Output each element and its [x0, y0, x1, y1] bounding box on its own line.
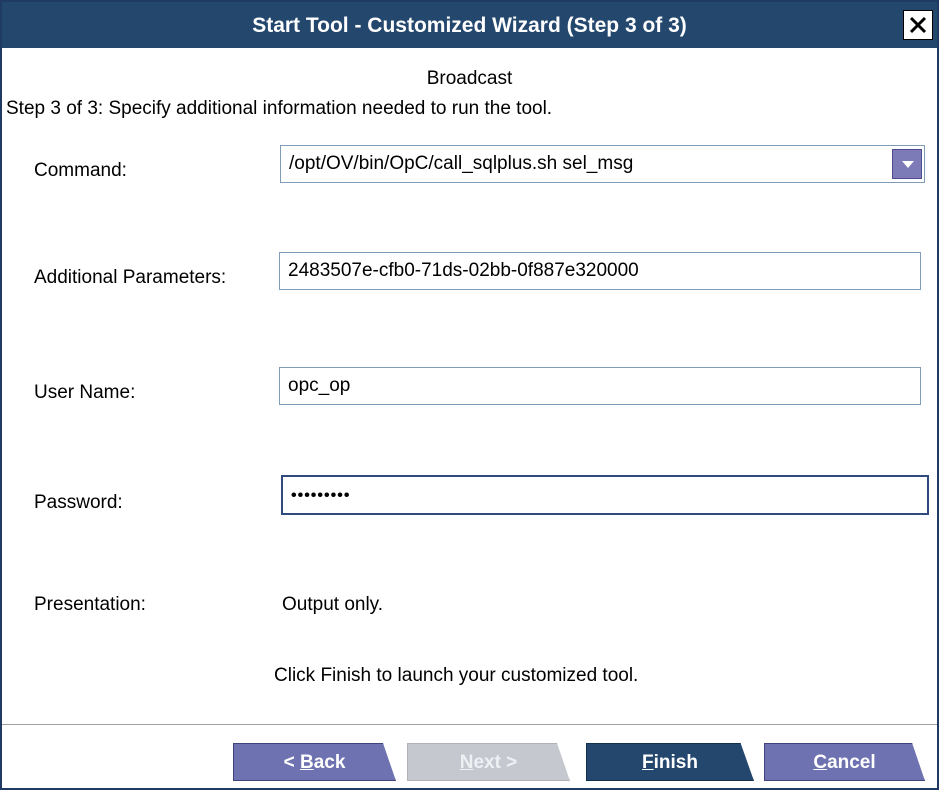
cancel-mnemonic: C [813, 752, 828, 773]
step-instruction: Step 3 of 3: Specify additional informat… [6, 98, 553, 119]
cancel-button[interactable]: Cancel [764, 743, 925, 781]
window-title: Start Tool - Customized Wizard (Step 3 o… [252, 14, 687, 37]
password-label: Password: [34, 492, 123, 513]
wizard-window: Start Tool - Customized Wizard (Step 3 o… [0, 0, 939, 790]
close-icon [909, 16, 927, 34]
finish-rest: inish [653, 752, 698, 773]
back-mnemonic: B [299, 752, 314, 773]
tool-name: Broadcast [426, 68, 513, 89]
next-rest: ext > [473, 752, 518, 773]
chevron-down-icon[interactable] [892, 149, 922, 179]
divider [2, 724, 937, 726]
password-value: ••••••••• [291, 487, 351, 504]
command-value: /opt/OV/bin/OpC/call_sqlplus.sh sel_msg [289, 153, 634, 174]
back-button[interactable]: < Back [233, 743, 396, 781]
command-combobox[interactable]: /opt/OV/bin/OpC/call_sqlplus.sh sel_msg [280, 145, 925, 183]
command-label: Command: [34, 160, 127, 181]
parameters-value: 2483507e-cfb0-71ds-02bb-0f887e320000 [288, 260, 639, 281]
finish-button[interactable]: Finish [586, 743, 754, 781]
parameters-label: Additional Parameters: [34, 267, 227, 288]
user-name-input[interactable]: opc_op [279, 367, 921, 405]
password-input[interactable]: ••••••••• [281, 475, 929, 515]
next-mnemonic: N [459, 752, 474, 773]
back-prefix: < [283, 752, 300, 773]
title-bar[interactable]: Start Tool - Customized Wizard (Step 3 o… [2, 2, 937, 48]
close-button[interactable] [903, 10, 933, 40]
finish-message: Click Finish to launch your customized t… [274, 665, 639, 686]
finish-mnemonic: F [642, 752, 654, 773]
presentation-value: Output only. [282, 594, 384, 615]
user-name-value: opc_op [288, 375, 351, 396]
parameters-input[interactable]: 2483507e-cfb0-71ds-02bb-0f887e320000 [279, 252, 921, 290]
next-button[interactable]: Next > [407, 743, 570, 781]
cancel-rest: ancel [827, 752, 876, 773]
presentation-label: Presentation: [34, 594, 146, 615]
back-rest: ack [313, 752, 346, 773]
user-name-label: User Name: [34, 382, 136, 403]
